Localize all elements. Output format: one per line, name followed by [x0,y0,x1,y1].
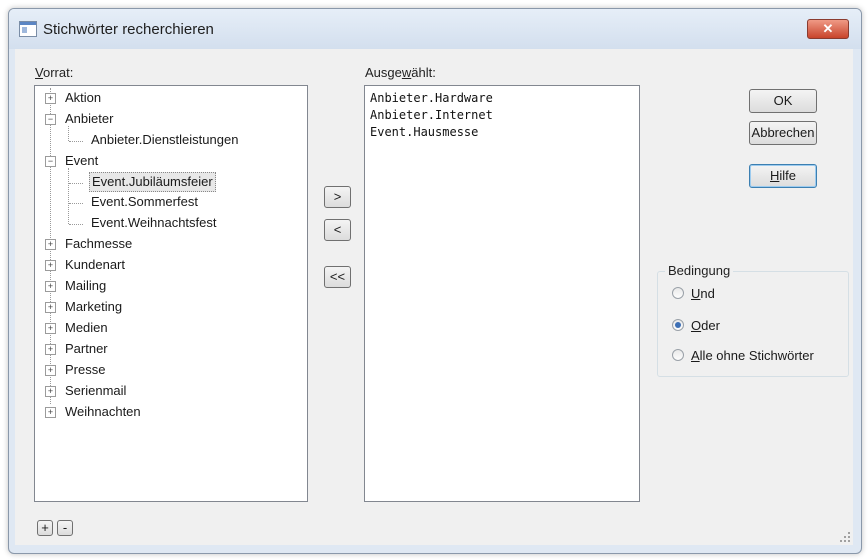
collapse-icon[interactable]: − [45,114,56,125]
tree-item[interactable]: Event.Weihnachtsfest [35,213,305,233]
expand-icon[interactable]: + [45,260,56,271]
tree-item[interactable]: − Event [35,151,305,171]
radio-label: Alle ohne Stichwörter [691,347,814,365]
move-all-left-button[interactable]: << [324,266,351,288]
stock-label-mnemonic: V [35,65,43,80]
selected-label-text-b: ählt: [411,65,436,80]
tree-item[interactable]: + Medien [35,318,305,338]
move-left-button[interactable]: < [324,219,351,241]
window-title: Stichwörter recherchieren [43,21,214,38]
add-keyword-button[interactable]: + [37,520,53,536]
tree-item[interactable]: + Weihnachten [35,402,305,422]
radio-mnemonic: U [691,286,701,301]
help-button[interactable]: Hilfe [749,164,817,188]
tree-item[interactable]: Event.Sommerfest [35,192,305,212]
list-item[interactable]: Anbieter.Internet [370,107,493,124]
expand-icon[interactable]: + [45,365,56,376]
list-item[interactable]: Event.Hausmesse [370,124,478,141]
radio-label: Und [691,285,715,303]
radio-label-text: der [701,318,720,333]
tree-item-label: Aktion [65,90,102,105]
radio-label-text: nd [700,286,715,301]
tree-item-label: Fachmesse [65,236,133,251]
tree-item[interactable]: Event.Jubiläumsfeier [35,172,305,192]
tree-item-label: Anbieter [65,111,114,126]
help-mnemonic: H [769,168,780,183]
selected-list[interactable]: Anbieter.Hardware Anbieter.Internet Even… [364,85,640,502]
help-text: ilfe [779,168,796,183]
ok-button[interactable]: OK [749,89,817,113]
radio-label: Oder [691,317,720,335]
expand-icon[interactable]: + [45,302,56,313]
selected-label-text-a: Ausge [365,65,402,80]
tree-item[interactable]: + Marketing [35,297,305,317]
tree-item[interactable]: + Mailing [35,276,305,296]
radio-or[interactable]: Oder [672,317,842,335]
tree-item-label: Serienmail [65,383,127,398]
expand-icon[interactable]: + [45,93,56,104]
cancel-button[interactable]: Abbrechen [749,121,817,145]
tree-item-label: Anbieter.Dienstleistungen [91,132,239,147]
selected-label: Ausgewählt: [365,65,436,80]
tree-item-label: Marketing [65,299,123,314]
condition-group-title: Bedingung [665,263,734,278]
close-button[interactable]: ✕ [807,19,849,39]
radio-button [672,287,684,299]
expand-icon[interactable]: + [45,239,56,250]
stock-label-text: orrat: [42,65,74,80]
expand-icon[interactable]: + [45,344,56,355]
tree-item[interactable]: + Fachmesse [35,234,305,254]
expand-icon[interactable]: + [45,407,56,418]
radio-mnemonic: A [691,348,700,363]
radio-label-text: lle ohne Stichwörter [699,348,814,363]
tree-item-label: Mailing [65,278,107,293]
tree-item[interactable]: + Aktion [35,88,305,108]
tree-item-label: Event [65,153,99,168]
dialog-window: Stichwörter recherchieren ✕ Vorrat: + Akt… [8,8,862,554]
stock-tree[interactable]: + Aktion − Anbieter Anbieter.Dienstleistunge… [34,85,308,502]
collapse-icon[interactable]: − [45,156,56,167]
title-bar: Stichwörter recherchieren ✕ [9,9,861,49]
tree-item-label: Presse [65,362,106,377]
tree-item[interactable]: + Kundenart [35,255,305,275]
tree-item[interactable]: + Presse [35,360,305,380]
expand-icon[interactable]: + [45,323,56,334]
selected-label-mnemonic: w [401,65,412,80]
tree-item-label: Medien [65,320,108,335]
list-item[interactable]: Anbieter.Hardware [370,90,493,107]
tree-item-label: Weihnachten [65,404,141,419]
tree-item[interactable]: + Serienmail [35,381,305,401]
tree-item-label: Kundenart [65,257,125,272]
radio-button [672,349,684,361]
stock-label: Vorrat: [35,65,73,80]
expand-icon[interactable]: + [45,281,56,292]
remove-keyword-button[interactable]: - [57,520,73,536]
tree-item-label: Event.Jubiläumsfeier [89,172,216,192]
expand-icon[interactable]: + [45,386,56,397]
tree-item-label: Event.Weihnachtsfest [91,215,217,230]
radio-and[interactable]: Und [672,285,842,303]
window-icon [19,21,37,37]
tree-item[interactable]: Anbieter.Dienstleistungen [35,130,305,150]
tree-item-label: Event.Sommerfest [91,194,198,209]
tree-item-label: Partner [65,341,108,356]
radio-mnemonic: O [691,318,702,333]
radio-all-without-keywords[interactable]: Alle ohne Stichwörter [672,347,842,365]
radio-button [672,319,684,331]
move-right-button[interactable]: > [324,186,351,208]
resize-grip-icon[interactable] [839,531,851,543]
tree-item[interactable]: − Anbieter [35,109,305,129]
dialog-body: Vorrat: + Aktion − Anbieter Anbieter.Dienstl… [15,49,853,545]
tree-item[interactable]: + Partner [35,339,305,359]
